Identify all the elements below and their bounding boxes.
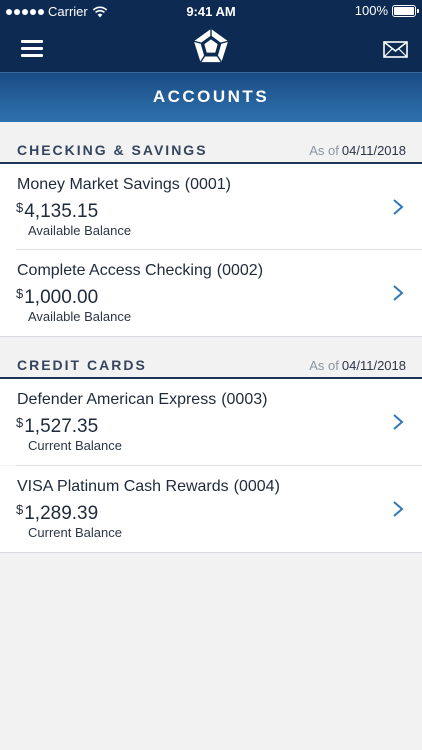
account-balance: $4,135.15 [16,200,98,223]
status-bar: Carrier 9:41 AM 100% [0,0,422,22]
navigation-bar: Carrier 9:41 AM 100% [0,0,422,72]
account-row-money-market-savings[interactable]: Money Market Savings (0001) $4,135.15 Ava… [0,164,422,250]
balance-label: Current Balance [28,438,122,453]
chevron-right-icon [393,285,404,301]
balance-amount: 1,289.39 [24,503,99,524]
as-of-label: As of [309,358,339,373]
account-number: (0004) [233,478,280,495]
as-of-value: 04/11/2018 [341,358,406,373]
account-row-defender-american-express[interactable]: Defender American Express (0003) $1,527.3… [0,379,422,465]
section-title: CHECKING & SAVINGS [17,142,208,158]
pentagon-logo-icon [193,28,229,63]
chevron-right-icon [393,501,404,517]
battery-percent: 100% [354,3,388,18]
hamburger-menu-icon [21,40,43,43]
account-number: (0003) [221,391,268,408]
page-title-banner: ACCOUNTS [0,72,422,122]
balance-amount: 1,000.00 [24,287,99,308]
chevron-right-icon [393,414,404,430]
currency-symbol: $ [16,200,24,215]
balance-label: Available Balance [28,309,132,324]
account-row-complete-access-checking[interactable]: Complete Access Checking (0002) $1,000.00… [0,250,422,336]
menu-button[interactable] [21,40,43,57]
account-balance: $1,289.39 [16,502,98,525]
as-of-date: As of 04/11/2018 [309,358,406,373]
account-balance: $1,527.35 [16,415,98,438]
as-of-value: 04/11/2018 [341,143,406,158]
account-row-visa-platinum-cash-rewards[interactable]: VISA Platinum Cash Rewards (0004) $1,289.… [0,466,422,552]
account-name: VISA Platinum Cash Rewards (0004) [17,478,280,495]
balance-label: Available Balance [28,223,132,238]
envelope-icon[interactable] [383,41,408,58]
account-number: (0001) [184,176,231,193]
chevron-right-icon [393,199,404,215]
as-of-label: As of [309,143,339,158]
battery-status: 100% [354,3,419,18]
account-name: Defender American Express (0003) [17,391,268,408]
account-name: Money Market Savings (0001) [17,176,231,193]
account-number: (0002) [216,262,264,279]
currency-symbol: $ [16,502,24,517]
currency-symbol: $ [16,286,24,301]
balance-amount: 1,527.35 [24,416,99,437]
section-bottom-border [0,552,422,553]
currency-symbol: $ [16,415,24,430]
as-of-date: As of 04/11/2018 [309,143,406,158]
account-name: Complete Access Checking (0002) [17,262,264,279]
section-header-checking-savings: CHECKING & SAVINGS As of 04/11/2018 [0,122,422,164]
balance-amount: 4,135.15 [24,201,99,222]
battery-icon [392,4,419,17]
page-title: ACCOUNTS [152,87,270,106]
account-balance: $1,000.00 [16,286,98,309]
balance-label: Current Balance [28,525,122,540]
section-title: CREDIT CARDS [17,357,147,373]
section-header-credit-cards: CREDIT CARDS As of 04/11/2018 [0,337,422,379]
